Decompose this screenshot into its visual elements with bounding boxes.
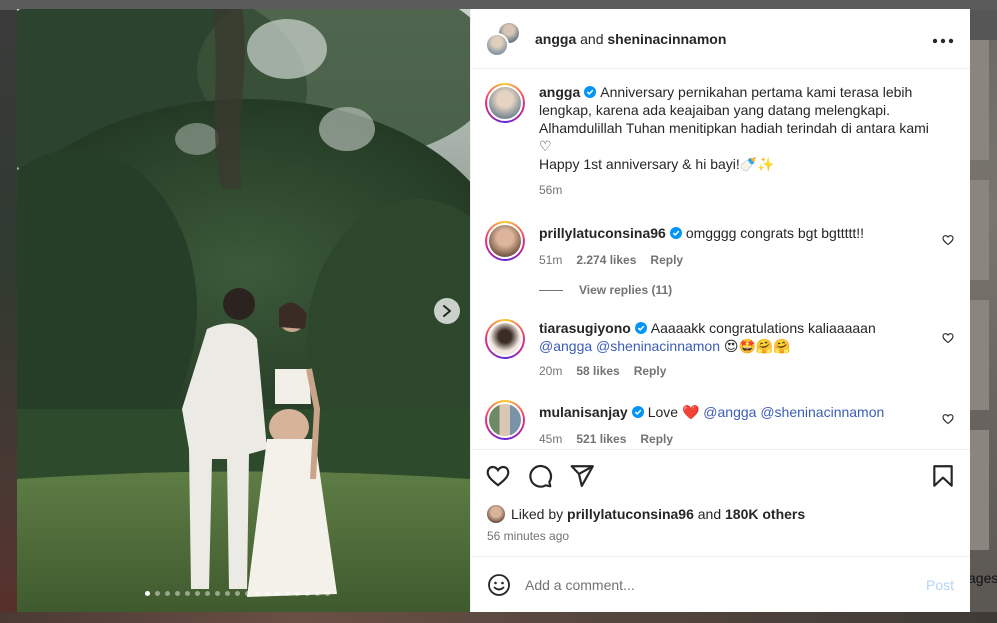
likes-others[interactable]: 180K others [725, 506, 805, 522]
like-comment-icon[interactable] [942, 413, 954, 425]
comment-username[interactable]: mulanisanjay [539, 404, 628, 420]
post-authors: angga and sheninacinnamon [535, 31, 932, 47]
couple-photo [17, 9, 470, 612]
likes-user[interactable]: prillylatuconsina96 [567, 506, 694, 522]
add-comment-bar: Post [471, 556, 970, 612]
comment-item: tiarasugiyono Aaaaakk congratulations kal… [485, 319, 954, 380]
mention-link[interactable]: @angga [703, 404, 756, 420]
mention-link[interactable]: @sheninacinnamon [760, 404, 884, 420]
carousel-dot [205, 591, 210, 596]
share-icon[interactable] [569, 463, 595, 489]
carousel-dot [325, 591, 330, 596]
emoji-icon[interactable] [487, 573, 511, 597]
author-joiner: and [580, 30, 604, 47]
background-feed-left [0, 10, 17, 623]
comment-username[interactable]: prillylatuconsina96 [539, 225, 666, 241]
verified-badge-icon [631, 406, 644, 418]
comment-username[interactable]: tiarasugiyono [539, 320, 631, 336]
avatar[interactable] [485, 319, 525, 359]
view-replies-label: View replies (11) [579, 283, 673, 297]
carousel-dot [145, 591, 150, 596]
comment-time[interactable]: 56m [539, 181, 562, 199]
carousel-dot [275, 591, 280, 596]
carousel-dot [295, 591, 300, 596]
verified-badge-icon [584, 86, 597, 98]
avatar[interactable] [485, 400, 525, 440]
avatar[interactable] [487, 505, 505, 523]
likes-summary: Liked by prillylatuconsina96 and 180K ot… [471, 501, 970, 523]
comment-time[interactable]: 45m [539, 430, 562, 448]
background-feed-bottom [0, 612, 997, 623]
post-timestamp[interactable]: 56 minutes ago [471, 523, 970, 543]
avatar[interactable] [485, 221, 525, 261]
bookmark-icon[interactable] [930, 463, 956, 489]
likes-joiner: and [697, 506, 722, 522]
background-text: ages [968, 570, 997, 586]
post-modal: angga and sheninacinnamon angga Anniversa… [17, 9, 970, 612]
post-details-panel: angga and sheninacinnamon angga Anniversa… [470, 9, 970, 612]
background-feed-right [970, 40, 997, 623]
caption-username[interactable]: angga [539, 84, 580, 100]
author-link[interactable]: angga [535, 31, 576, 47]
reply-button[interactable]: Reply [650, 251, 683, 269]
reply-button[interactable]: Reply [640, 430, 673, 448]
carousel-dot [165, 591, 170, 596]
carousel-dot [315, 591, 320, 596]
verified-badge-icon [634, 322, 647, 334]
collab-avatars[interactable] [485, 20, 521, 57]
comment-likes[interactable]: 58 likes [576, 362, 619, 380]
view-replies-button[interactable]: View replies (11) [539, 283, 954, 297]
carousel-dot [185, 591, 190, 596]
post-comment-button[interactable]: Post [926, 577, 954, 593]
caption-text-2: Happy 1st anniversary & hi bayi!🍼✨ [539, 156, 775, 172]
carousel-dot [215, 591, 220, 596]
carousel-indicator [145, 591, 330, 596]
mention-link[interactable]: @angga [539, 338, 592, 354]
carousel-dot [225, 591, 230, 596]
like-comment-icon[interactable] [942, 332, 954, 344]
post-actions [471, 449, 970, 501]
carousel-dot [305, 591, 310, 596]
author-link[interactable]: sheninacinnamon [607, 31, 726, 47]
comment-text: Love ❤️ [647, 404, 700, 420]
carousel-dot [155, 591, 160, 596]
more-options-button[interactable] [932, 28, 954, 49]
next-photo-button[interactable] [434, 298, 460, 324]
comment-likes[interactable]: 521 likes [576, 430, 626, 448]
carousel-dot [245, 591, 250, 596]
post-photo [17, 9, 470, 612]
carousel-dot [195, 591, 200, 596]
more-icon [932, 38, 954, 44]
avatar[interactable] [485, 83, 525, 123]
post-header: angga and sheninacinnamon [471, 9, 970, 69]
mention-link[interactable]: @sheninacinnamon [596, 338, 720, 354]
comment-text: omgggg congrats bgt bgttttt!! [685, 225, 865, 241]
avatar [485, 32, 509, 57]
carousel-dot [285, 591, 290, 596]
reply-button[interactable]: Reply [634, 362, 667, 380]
carousel-dot [255, 591, 260, 596]
comment-emoji: 😍🤩🤗🤗 [723, 338, 791, 354]
chevron-right-icon [443, 305, 451, 317]
comment-icon[interactable] [527, 463, 553, 489]
verified-badge-icon [669, 227, 682, 239]
likes-prefix: Liked by [511, 506, 564, 522]
heart-icon[interactable] [485, 463, 511, 489]
caption-text: Anniversary pernikahan pertama kami tera… [539, 84, 929, 154]
post-caption: angga Anniversary pernikahan pertama kami… [485, 83, 954, 199]
carousel-dot [265, 591, 270, 596]
comment-item: prillylatuconsina96 omgggg congrats bgt b… [485, 221, 954, 269]
comment-time[interactable]: 51m [539, 251, 562, 269]
carousel-dot [175, 591, 180, 596]
carousel-dot [235, 591, 240, 596]
like-comment-icon[interactable] [942, 234, 954, 246]
comment-time[interactable]: 20m [539, 362, 562, 380]
comment-item: mulanisanjay Love ❤️ @angga @sheninacinna… [485, 400, 954, 448]
comment-likes[interactable]: 2.274 likes [576, 251, 636, 269]
comment-text: Aaaaakk congratulations kaliaaaaan [650, 320, 876, 336]
comments-list[interactable]: angga Anniversary pernikahan pertama kami… [471, 69, 970, 449]
comment-input[interactable] [525, 576, 926, 593]
